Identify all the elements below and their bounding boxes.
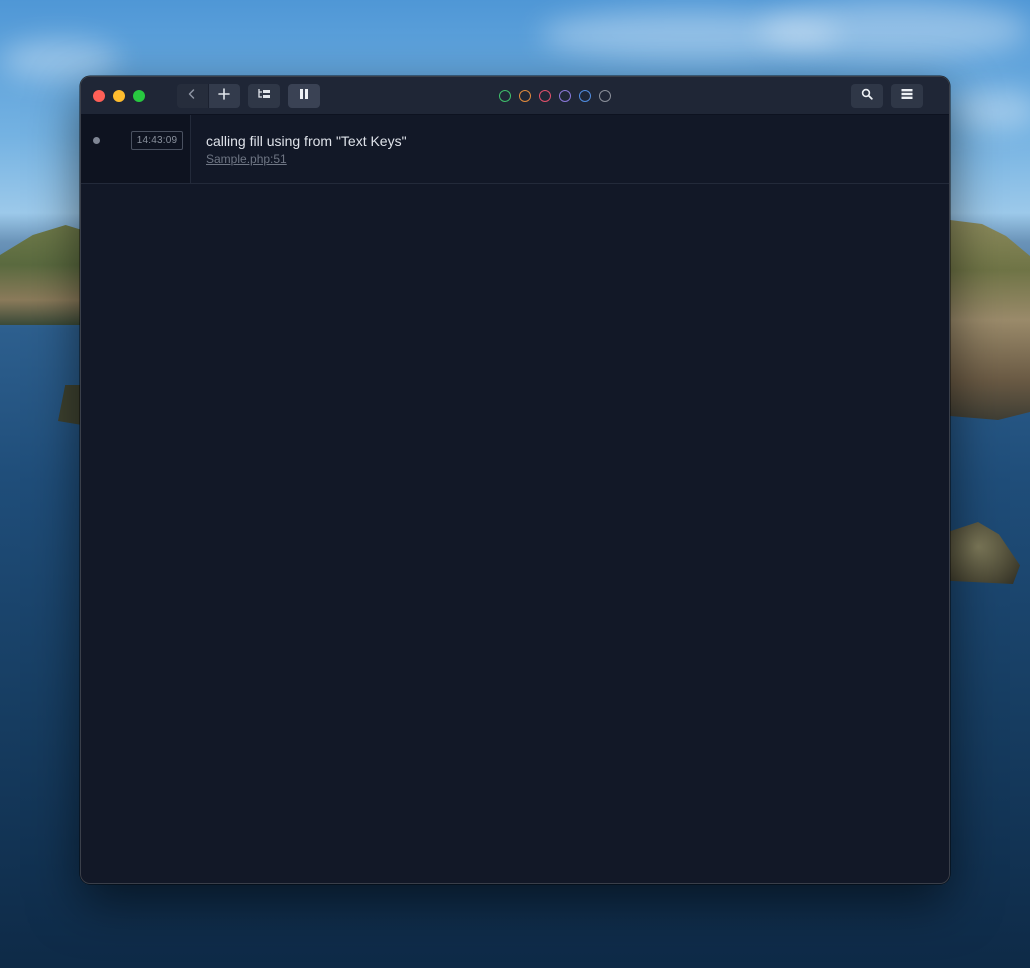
- menu-button[interactable]: [891, 84, 923, 108]
- wallpaper-rock-right: [950, 522, 1020, 584]
- log-entry-gutter: 14:43:09: [81, 115, 191, 183]
- search-button[interactable]: [851, 84, 883, 108]
- wallpaper-rock-left: [58, 385, 82, 425]
- wallpaper-island-right: [950, 220, 1030, 420]
- close-window-button[interactable]: [93, 90, 105, 102]
- app-window: 14:43:09 calling fill using from "Text K…: [80, 76, 950, 884]
- tree-view-icon: [257, 87, 271, 105]
- color-filter-green[interactable]: [499, 90, 511, 102]
- color-filter-red[interactable]: [539, 90, 551, 102]
- log-entry-row[interactable]: 14:43:09 calling fill using from "Text K…: [81, 115, 949, 184]
- chevron-left-icon: [187, 87, 197, 105]
- wallpaper-cloud: [0, 40, 120, 80]
- color-filter-gray[interactable]: [599, 90, 611, 102]
- add-button[interactable]: [207, 84, 240, 108]
- log-entry-body: calling fill using from "Text Keys" Samp…: [191, 115, 949, 183]
- log-entry-origin-link[interactable]: Sample.php:51: [206, 152, 287, 166]
- wallpaper-island-left: [0, 225, 82, 325]
- pause-icon: [298, 87, 310, 105]
- maximize-window-button[interactable]: [133, 90, 145, 102]
- log-entry-message: calling fill using from "Text Keys": [206, 133, 407, 149]
- minimize-window-button[interactable]: [113, 90, 125, 102]
- navigation-group: [177, 84, 240, 108]
- wallpaper-cloud: [760, 0, 1030, 60]
- wallpaper-cloud: [950, 90, 1030, 130]
- log-entry-indicator: [93, 137, 100, 144]
- color-filter-orange[interactable]: [519, 90, 531, 102]
- color-filter-blue[interactable]: [579, 90, 591, 102]
- list-menu-icon: [901, 87, 913, 105]
- search-icon: [861, 87, 873, 105]
- tree-view-button[interactable]: [248, 84, 280, 108]
- title-bar: [81, 77, 949, 115]
- pause-button[interactable]: [288, 84, 320, 108]
- color-filter-purple[interactable]: [559, 90, 571, 102]
- color-filter-group: [499, 90, 611, 102]
- back-button[interactable]: [177, 84, 208, 108]
- plus-icon: [218, 87, 231, 105]
- log-entry-timestamp: 14:43:09: [131, 131, 183, 150]
